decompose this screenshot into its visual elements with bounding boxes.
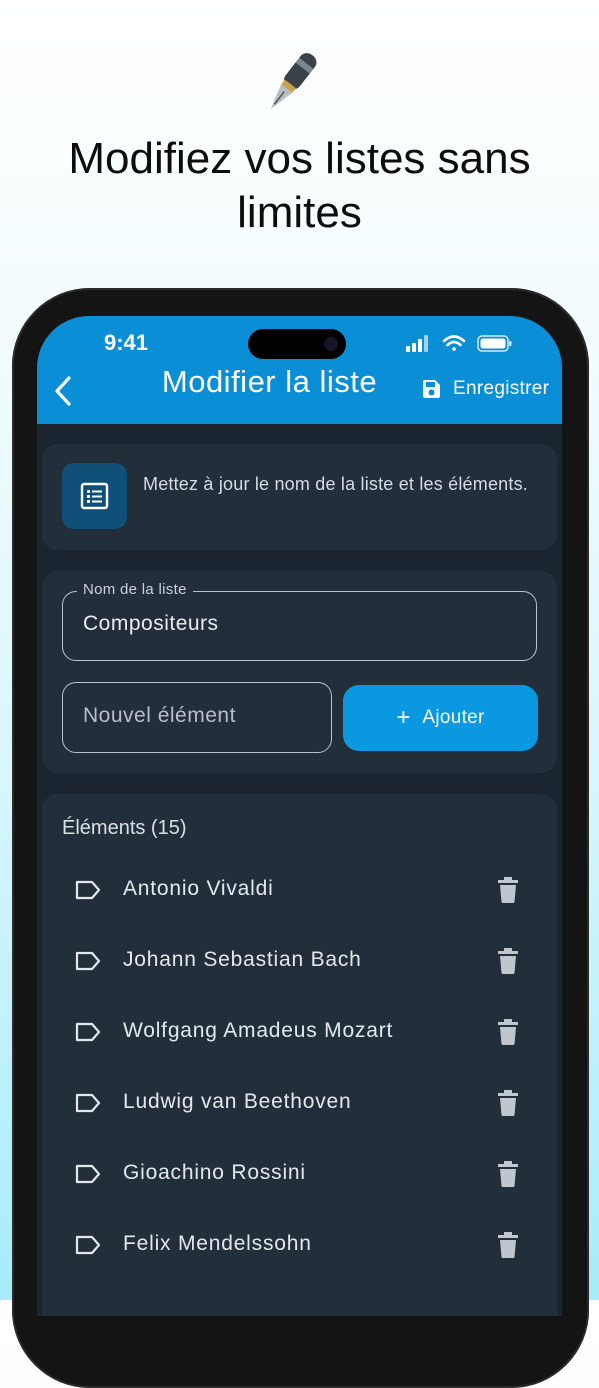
save-label: Enregistrer	[453, 378, 550, 399]
save-button[interactable]: Enregistrer	[421, 374, 549, 404]
promo-headline: Modifiez vos listes sans limites	[0, 132, 599, 240]
trash-icon[interactable]	[498, 948, 518, 974]
list-item: Ludwig van Beethoven	[42, 1068, 557, 1139]
info-text: Mettez à jour le nom de la liste et les …	[143, 474, 528, 494]
list-item: Felix Mendelssohn	[42, 1210, 557, 1281]
list-alt-icon	[80, 482, 109, 510]
status-icons	[406, 335, 512, 352]
fountain-pen-icon	[270, 53, 317, 110]
new-item-input[interactable]: Nouvel élément	[62, 682, 332, 753]
item-label: Wolfgang Amadeus Mozart	[123, 1019, 394, 1042]
label-tag-icon	[75, 1093, 101, 1113]
promo-headline-line2: limites	[237, 188, 362, 237]
items-header: Éléments (15)	[62, 817, 187, 839]
label-tag-icon	[75, 880, 101, 900]
list-item: Antonio Vivaldi	[42, 855, 557, 926]
items-card: Éléments (15) Antonio Vivaldi Johann Seb…	[42, 794, 557, 1316]
camera-icon	[324, 337, 338, 351]
add-item-button[interactable]: + Ajouter	[343, 685, 538, 751]
info-card: Mettez à jour le nom de la liste et les …	[42, 444, 557, 550]
trash-icon[interactable]	[498, 1161, 518, 1187]
label-tag-icon	[75, 1164, 101, 1184]
plus-icon: +	[396, 704, 411, 731]
info-badge	[62, 463, 127, 529]
list-name-label: Nom de la liste	[77, 581, 193, 598]
battery-icon	[477, 335, 512, 352]
list-item: Wolfgang Amadeus Mozart	[42, 997, 557, 1068]
item-label: Ludwig van Beethoven	[123, 1090, 352, 1113]
trash-icon[interactable]	[498, 1090, 518, 1116]
list-item: Gioachino Rossini	[42, 1139, 557, 1210]
list-name-field[interactable]: Nom de la liste Compositeurs	[62, 581, 537, 661]
edit-form-card: Nom de la liste Compositeurs Nouvel élém…	[42, 571, 557, 773]
floppy-disk-icon	[423, 380, 440, 398]
item-label: Antonio Vivaldi	[123, 877, 274, 900]
app-bar: 9:41 Modifier la liste Enregistrer	[37, 316, 562, 424]
trash-icon[interactable]	[498, 877, 518, 903]
promo-headline-line1: Modifiez vos listes sans	[68, 134, 531, 183]
label-tag-icon	[75, 1235, 101, 1255]
new-item-placeholder: Nouvel élément	[83, 704, 236, 727]
signal-icon	[406, 335, 428, 352]
items-list: Antonio Vivaldi Johann Sebastian Bach Wo…	[42, 855, 557, 1281]
item-label: Felix Mendelssohn	[123, 1232, 312, 1255]
trash-icon[interactable]	[498, 1019, 518, 1045]
item-label: Gioachino Rossini	[123, 1161, 306, 1184]
label-tag-icon	[75, 1022, 101, 1042]
label-tag-icon	[75, 951, 101, 971]
trash-icon[interactable]	[498, 1232, 518, 1258]
add-item-label: Ajouter	[422, 707, 485, 728]
wifi-icon	[442, 335, 466, 351]
phone-screen: 9:41 Modifier la liste Enregistrer Mette…	[37, 316, 562, 1316]
dynamic-island	[248, 329, 346, 359]
list-item: Johann Sebastian Bach	[42, 926, 557, 997]
item-label: Johann Sebastian Bach	[123, 948, 362, 971]
list-name-value: Compositeurs	[83, 612, 219, 635]
status-time: 9:41	[104, 330, 149, 355]
